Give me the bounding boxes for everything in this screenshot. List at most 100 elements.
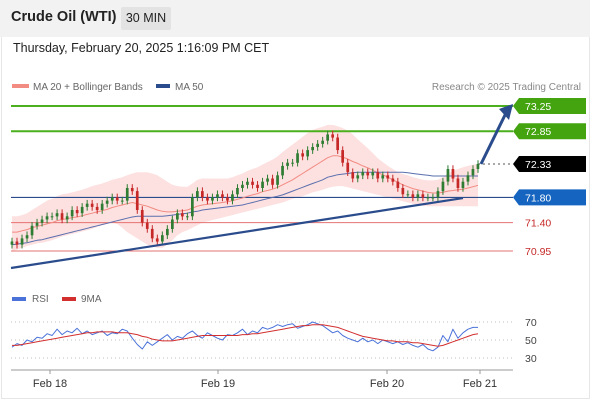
candle-body	[80, 206, 84, 214]
candle-body	[25, 235, 29, 239]
level-label-71.40: 71.40	[525, 218, 551, 230]
candle-body	[166, 228, 169, 236]
candle-body	[196, 191, 199, 198]
candle-body	[296, 153, 299, 163]
legend-label-ma20: MA 20 + Bollinger Bands	[33, 82, 143, 93]
candle-body	[140, 210, 144, 223]
candle-body	[130, 188, 134, 192]
candle-body	[391, 178, 395, 182]
candle-body	[471, 169, 475, 176]
candle-body	[75, 210, 79, 214]
candle-body	[125, 188, 129, 201]
candle-body	[331, 134, 334, 138]
candle-body	[291, 162, 294, 164]
candle-body	[456, 178, 460, 188]
candle-body	[396, 181, 400, 188]
level-label-72.33: 72.33	[525, 159, 551, 171]
candle-body	[406, 194, 410, 196]
candle-body	[401, 188, 405, 195]
legend-swatch-ma50	[156, 84, 170, 88]
candle-body	[251, 181, 254, 185]
candle-body	[65, 216, 69, 220]
candle-body	[361, 172, 365, 176]
candle-body	[150, 228, 154, 239]
level-label-72.85: 72.85	[525, 126, 551, 138]
candle-body	[276, 175, 279, 185]
candle-body	[115, 197, 119, 201]
candle-body	[60, 213, 64, 220]
x-tick-label-3: Feb 21	[463, 378, 497, 390]
candle-body	[85, 203, 89, 207]
candle-body	[186, 216, 189, 218]
candle-body	[306, 150, 309, 157]
candle-body	[381, 175, 385, 179]
candle-body	[191, 197, 194, 217]
candle-body	[100, 203, 104, 210]
candle-body	[226, 197, 229, 201]
legend-label-9ma: 9MA	[81, 294, 102, 305]
candle-body	[301, 153, 304, 157]
candle-body	[30, 225, 34, 236]
candle-body	[436, 191, 440, 198]
candle-body	[261, 181, 264, 188]
candle-body	[241, 184, 244, 188]
candle-body	[286, 162, 289, 166]
x-tick-label-2: Feb 20	[370, 378, 404, 390]
candle-body	[161, 235, 164, 242]
candle-body	[95, 206, 99, 211]
candle-body	[416, 194, 420, 198]
candle-body	[356, 175, 360, 179]
legend-swatch-9ma	[62, 297, 76, 301]
candle-body	[176, 213, 179, 220]
candle-body	[35, 222, 39, 226]
candle-body	[376, 172, 380, 179]
candle-body	[221, 194, 224, 198]
candle-body	[431, 197, 435, 199]
candle-body	[451, 169, 455, 179]
candle-body	[421, 194, 425, 198]
candle-body	[216, 194, 219, 198]
candle-body	[45, 216, 49, 220]
candle-body	[316, 143, 319, 147]
rsi-tick-30: 30	[525, 353, 537, 365]
x-tick-label-0: Feb 18	[33, 378, 67, 390]
legend-swatch-ma20	[12, 84, 29, 88]
candle-body	[231, 194, 234, 201]
candle-body	[321, 140, 324, 144]
candle-body	[201, 191, 204, 198]
candle-body	[311, 147, 314, 151]
candle-body	[351, 172, 355, 179]
candle-body	[476, 164, 480, 169]
candle-body	[346, 162, 350, 173]
candle-body	[70, 210, 74, 217]
candle-body	[371, 172, 375, 176]
candle-body	[446, 169, 450, 182]
rsi-tick-50: 50	[525, 335, 537, 347]
level-label-71.80: 71.80	[525, 192, 551, 204]
candle-body	[40, 219, 44, 223]
candle-body	[211, 197, 214, 201]
candle-body	[105, 200, 109, 204]
candle-body	[90, 203, 94, 207]
candle-body	[20, 238, 24, 245]
research-credit: Research © 2025 Trading Central	[432, 82, 581, 93]
candle-body	[326, 134, 329, 141]
candle-body	[281, 165, 284, 176]
candle-body	[206, 197, 209, 201]
legend-label-rsi: RSI	[32, 294, 49, 305]
candle-body	[271, 178, 274, 185]
candle-body	[50, 216, 54, 218]
candle-body	[386, 175, 390, 179]
candle-body	[466, 175, 470, 182]
candle-body	[336, 137, 339, 151]
candle-body	[366, 172, 370, 176]
candle-body	[145, 222, 149, 229]
level-label-73.25: 73.25	[525, 101, 551, 113]
price-chart: MA 20 + Bollinger Bands MA 50 Research ©…	[10, 82, 586, 390]
candle-body	[15, 241, 19, 245]
candle-body	[246, 181, 249, 185]
candle-body	[10, 241, 14, 245]
candle-body	[441, 181, 445, 192]
candle-body	[55, 213, 59, 217]
candle-body	[110, 197, 114, 201]
